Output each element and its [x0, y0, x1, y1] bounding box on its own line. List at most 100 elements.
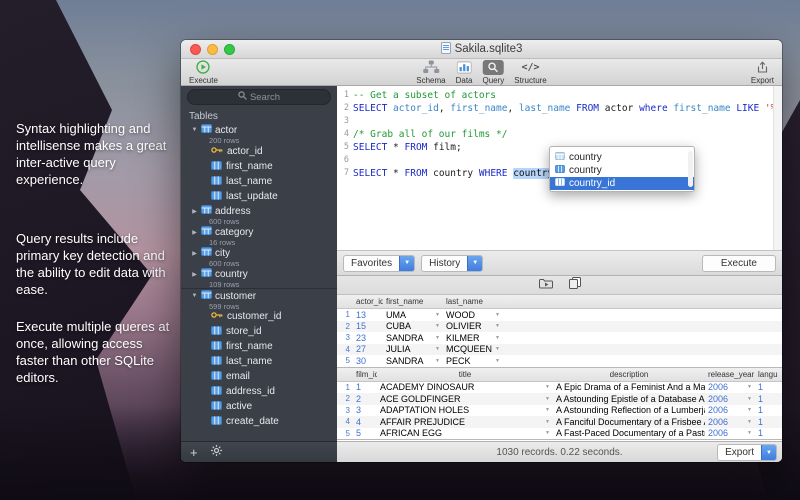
sql-editor[interactable]: 1-- Get a subset of actors 2SELECT actor…: [337, 86, 782, 251]
sidebar-column[interactable]: create_date: [181, 414, 337, 429]
sidebar-table-city[interactable]: ▶ city 600 rows: [181, 246, 337, 267]
filter-icon[interactable]: ▼: [747, 430, 752, 436]
table-icon: [201, 124, 212, 136]
filter-icon[interactable]: ▼: [435, 323, 440, 329]
sidebar-table-category[interactable]: ▶ category 16 rows: [181, 225, 337, 246]
column-icon: [211, 401, 222, 413]
search-input[interactable]: [188, 90, 330, 104]
sidebar-table-actor[interactable]: ▼ actor 200 rows: [181, 123, 337, 144]
result-row[interactable]: 55AFRICAN EGG▼A Fast-Paced Documentary o…: [337, 428, 782, 440]
structure-tab[interactable]: </> Structure: [514, 59, 546, 85]
minimize-button[interactable]: [207, 44, 218, 55]
filter-icon[interactable]: ▼: [495, 358, 500, 364]
filter-icon[interactable]: ▼: [435, 358, 440, 364]
primary-key-icon: [211, 146, 223, 157]
column-header[interactable]: description: [553, 370, 705, 379]
sidebar-table-country[interactable]: ▶ country 109 rows: [181, 267, 337, 288]
result-row[interactable]: 33ADAPTATION HOLES▼A Astounding Reflecti…: [337, 405, 782, 417]
zoom-button[interactable]: [224, 44, 235, 55]
history-dropdown[interactable]: History ▼: [421, 255, 483, 272]
sidebar-column[interactable]: email: [181, 369, 337, 384]
sidebar-column[interactable]: first_name: [181, 339, 337, 354]
filter-icon[interactable]: ▼: [545, 430, 550, 436]
column-header[interactable]: title: [377, 370, 553, 379]
sidebar-column-customer-id[interactable]: customer_id: [181, 309, 337, 324]
sidebar-column[interactable]: last_name: [181, 174, 337, 189]
sidebar-column[interactable]: active: [181, 399, 337, 414]
copy-results-icon[interactable]: [569, 276, 581, 294]
view-switcher: Schema Data Query </> Structure: [416, 59, 547, 85]
result-row[interactable]: 215CUBA▼OLIVIER▼: [337, 321, 782, 333]
autocomplete-item[interactable]: country: [550, 151, 694, 164]
filter-icon[interactable]: ▼: [747, 396, 752, 402]
export-results-button[interactable]: Export ▼: [717, 444, 777, 461]
structure-code-icon: </>: [522, 60, 540, 75]
disclosure-collapsed-icon[interactable]: ▶: [191, 229, 198, 236]
column-header[interactable]: first_name: [383, 297, 443, 306]
primary-key-icon: [211, 311, 223, 322]
filter-icon[interactable]: ▼: [747, 407, 752, 413]
result-row[interactable]: 323SANDRA▼KILMER▼: [337, 332, 782, 344]
sidebar-table-address[interactable]: ▶ address 600 rows: [181, 204, 337, 225]
titlebar[interactable]: Sakila.sqlite3: [181, 40, 782, 59]
sidebar-column[interactable]: last_name: [181, 354, 337, 369]
filter-icon[interactable]: ▼: [435, 346, 440, 352]
filter-icon[interactable]: ▼: [435, 312, 440, 318]
autocomplete-item-selected[interactable]: country_id: [550, 177, 694, 190]
query-tab[interactable]: Query: [483, 59, 505, 85]
sidebar-column[interactable]: address_id: [181, 384, 337, 399]
sidebar-column[interactable]: first_name: [181, 159, 337, 174]
result-row[interactable]: 22ACE GOLDFINGER▼A Astounding Epistle of…: [337, 393, 782, 405]
filter-icon[interactable]: ▼: [495, 346, 500, 352]
open-results-icon[interactable]: [539, 276, 553, 294]
filter-icon[interactable]: ▼: [545, 419, 550, 425]
filter-icon[interactable]: ▼: [545, 396, 550, 402]
disclosure-expanded-icon[interactable]: ▼: [191, 293, 198, 299]
chevron-down-icon: ▼: [761, 445, 776, 460]
execute-query-button[interactable]: Execute: [702, 255, 776, 272]
result-row[interactable]: 427JULIA▼MCQUEEN▼: [337, 344, 782, 356]
column-icon: [211, 356, 222, 368]
disclosure-expanded-icon[interactable]: ▼: [191, 127, 198, 133]
actors-result-table: actor_id first_name last_name 113UMA▼WOO…: [337, 295, 782, 368]
filter-icon[interactable]: ▼: [545, 407, 550, 413]
result-row[interactable]: 113UMA▼WOOD▼: [337, 309, 782, 321]
export-toolbar-button[interactable]: Export: [751, 59, 774, 85]
result-row[interactable]: 44AFFAIR PREJUDICE▼A Fanciful Documentar…: [337, 416, 782, 428]
schema-tab[interactable]: Schema: [416, 59, 445, 85]
marketing-caption-results: Query results include primary key detect…: [16, 230, 178, 298]
filter-icon[interactable]: ▼: [495, 323, 500, 329]
disclosure-collapsed-icon[interactable]: ▶: [191, 208, 198, 215]
sidebar-table-customer[interactable]: ▼ customer 599 rows: [181, 288, 337, 309]
filter-icon[interactable]: ▼: [747, 384, 752, 390]
table-icon: [201, 290, 212, 302]
autocomplete-item[interactable]: country: [550, 164, 694, 177]
filter-icon[interactable]: ▼: [747, 419, 752, 425]
chevron-down-icon: ▼: [467, 256, 482, 271]
column-header[interactable]: release_year: [705, 370, 755, 379]
filter-icon[interactable]: ▼: [435, 335, 440, 341]
data-tab[interactable]: Data: [456, 59, 473, 85]
column-header[interactable]: last_name: [443, 297, 503, 306]
filter-icon[interactable]: ▼: [495, 312, 500, 318]
filter-icon[interactable]: ▼: [545, 384, 550, 390]
add-button[interactable]: +: [190, 446, 198, 459]
close-button[interactable]: [190, 44, 201, 55]
disclosure-collapsed-icon[interactable]: ▶: [191, 250, 198, 257]
column-header[interactable]: actor_id: [353, 297, 383, 306]
execute-toolbar-button[interactable]: Execute: [189, 59, 218, 85]
gear-icon[interactable]: [211, 443, 222, 461]
sidebar-column[interactable]: store_id: [181, 324, 337, 339]
disclosure-collapsed-icon[interactable]: ▶: [191, 271, 198, 278]
sidebar-footer: +: [181, 441, 337, 462]
favorites-dropdown[interactable]: Favorites ▼: [343, 255, 415, 272]
result-row[interactable]: 530SANDRA▼PECK▼: [337, 355, 782, 367]
sidebar-column-actor-id[interactable]: actor_id: [181, 144, 337, 159]
column-header[interactable]: film_id: [353, 370, 377, 379]
sidebar-column[interactable]: last_update: [181, 189, 337, 204]
table-icon: [201, 226, 212, 238]
editor-line: 2SELECT actor_id, first_name, last_name …: [337, 102, 782, 115]
result-row[interactable]: 11ACADEMY DINOSAUR▼A Epic Drama of a Fem…: [337, 382, 782, 394]
filter-icon[interactable]: ▼: [495, 335, 500, 341]
column-header[interactable]: langu: [755, 370, 782, 379]
